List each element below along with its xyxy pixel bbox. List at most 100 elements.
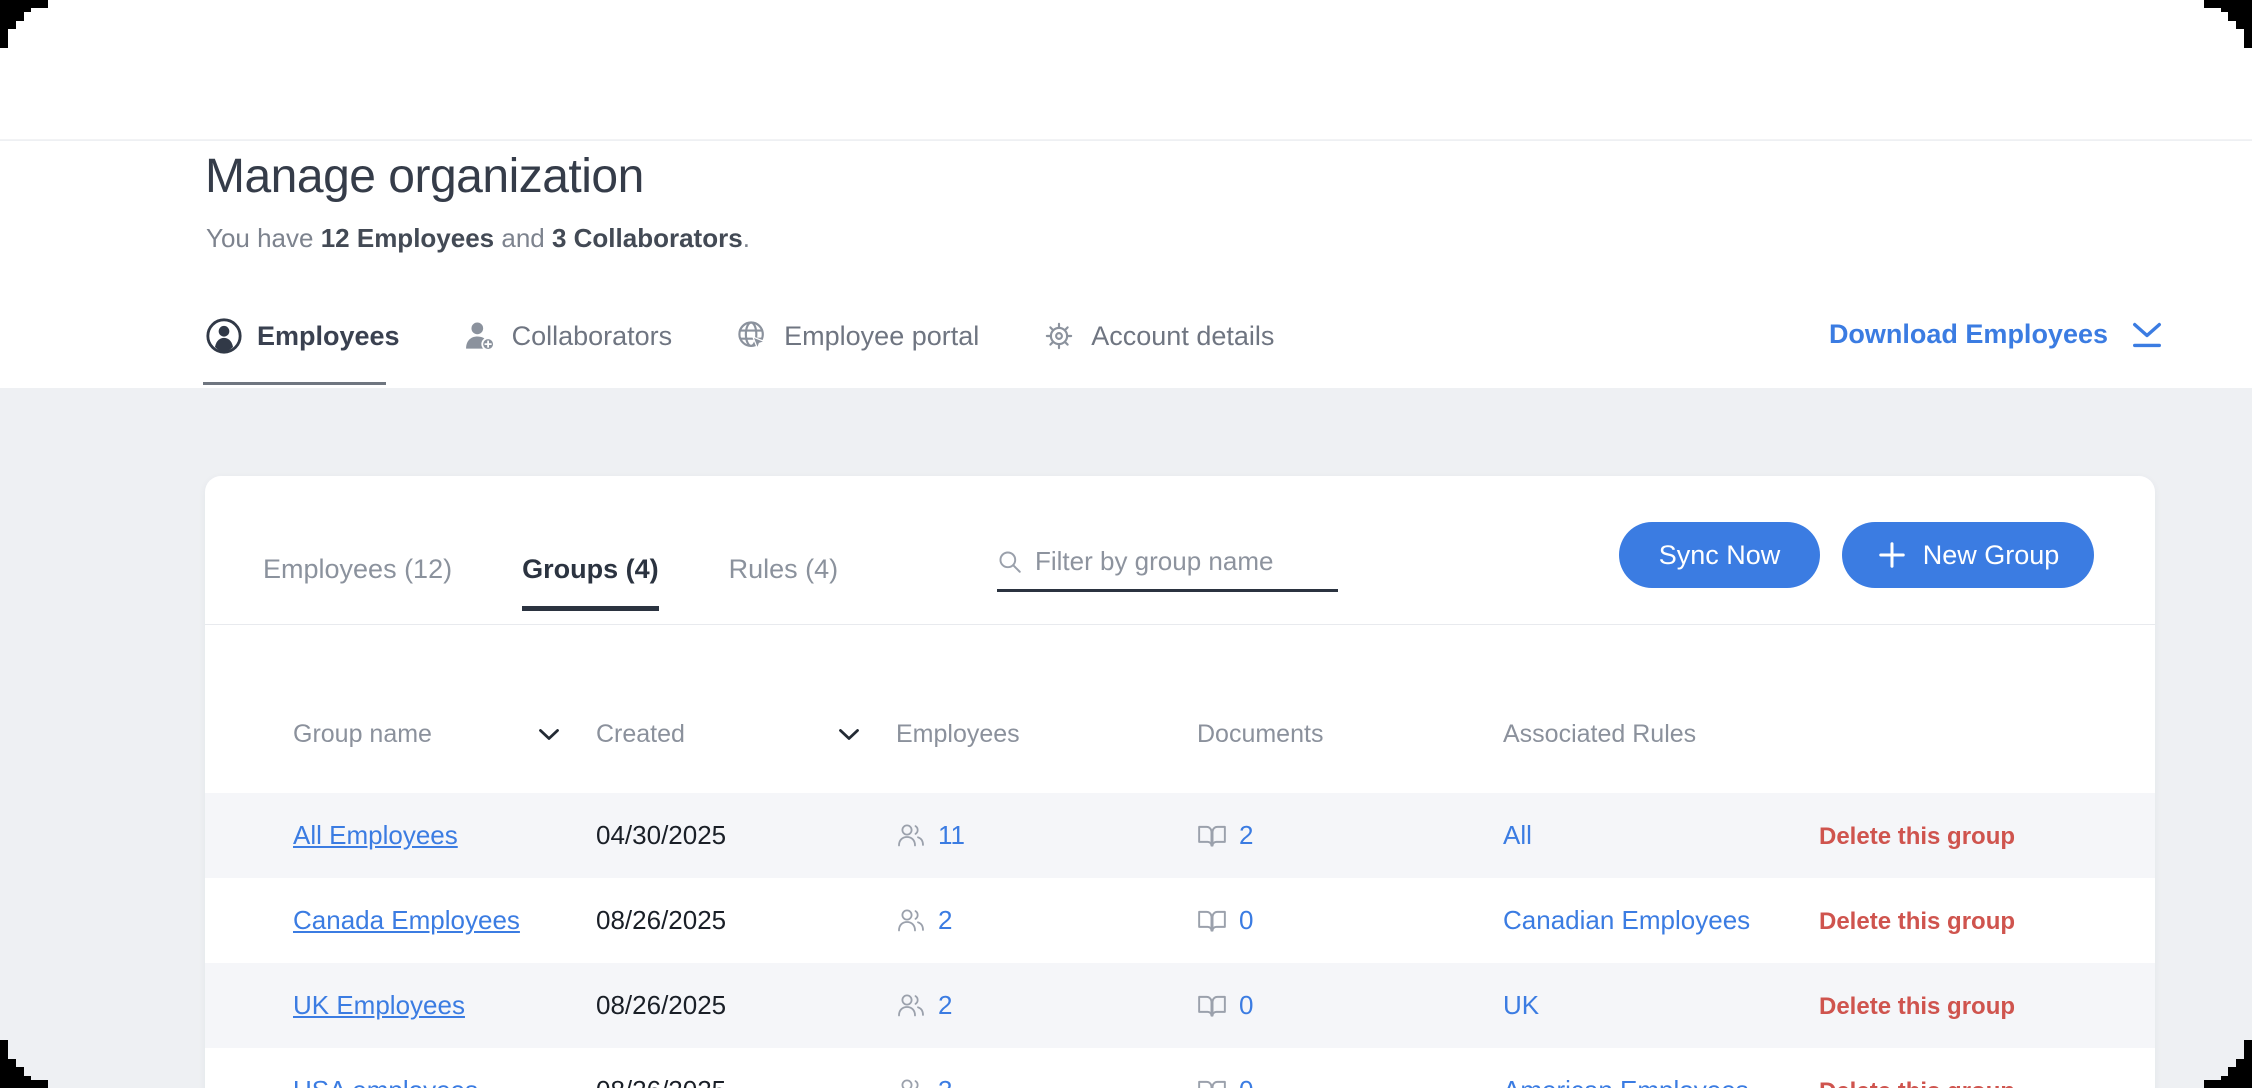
- header-label: Created: [596, 720, 685, 749]
- documents-count-link[interactable]: 0: [1239, 1075, 1253, 1088]
- documents-count-link[interactable]: 2: [1239, 820, 1253, 851]
- associated-rule-link[interactable]: UK: [1503, 990, 1539, 1020]
- header-employees: Employees: [896, 720, 1197, 749]
- created-date: 08/26/2025: [596, 905, 896, 936]
- header-associated-rules: Associated Rules: [1503, 720, 1819, 749]
- active-subtab-underline: [522, 606, 659, 611]
- table-row: Canada Employees 08/26/2025 2: [205, 878, 2155, 963]
- tab-account-details[interactable]: Account details: [1041, 318, 1274, 354]
- delete-group-button[interactable]: Delete this group: [1819, 908, 2015, 935]
- card-sub-tabs: Employees (12) Groups (4) Rules (4): [263, 554, 838, 611]
- employees-count-cell: 3: [896, 1075, 1197, 1088]
- filter-by-group-name-input[interactable]: [1035, 546, 1338, 577]
- associated-rule-link[interactable]: American Employees: [1503, 1075, 1749, 1088]
- subtab-groups[interactable]: Groups (4): [522, 554, 659, 611]
- page-header: Manage organization You have 12 Employee…: [0, 141, 2252, 388]
- header-documents: Documents: [1197, 720, 1503, 749]
- page-title: Manage organization: [205, 149, 644, 204]
- employees-count-link[interactable]: 2: [938, 905, 952, 936]
- manage-organization-page: Manage organization You have 12 Employee…: [0, 0, 2252, 1088]
- person-plus-icon: [462, 318, 498, 354]
- tab-label: Employees: [257, 321, 400, 352]
- new-group-button[interactable]: New Group: [1842, 522, 2094, 588]
- created-date: 08/26/2025: [596, 1075, 896, 1088]
- table-row: USA employees 08/26/2025 3: [205, 1048, 2155, 1088]
- created-date: 04/30/2025: [596, 820, 896, 851]
- table-row: UK Employees 08/26/2025 2: [205, 963, 2155, 1048]
- new-group-label: New Group: [1923, 540, 2060, 571]
- plus-icon: [1877, 540, 1907, 570]
- delete-group-button[interactable]: Delete this group: [1819, 823, 2015, 850]
- gear-icon: [1041, 318, 1077, 354]
- header-group-name: Group name: [293, 720, 596, 749]
- users-icon: [896, 1077, 926, 1088]
- top-bar: [0, 0, 2252, 140]
- main-nav-tabs: Employees Collaborators: [205, 317, 1274, 355]
- sort-chevron-down-icon[interactable]: [538, 728, 560, 741]
- download-employees-button[interactable]: Download Employees: [1829, 319, 2164, 350]
- download-icon: [2130, 320, 2164, 350]
- subtab-rules[interactable]: Rules (4): [729, 554, 839, 611]
- employees-count-link[interactable]: 11: [938, 820, 965, 851]
- employees-count-cell: 2: [896, 990, 1197, 1021]
- book-open-icon: [1197, 993, 1227, 1019]
- group-name-link[interactable]: UK Employees: [293, 990, 465, 1020]
- card-header: Employees (12) Groups (4) Rules (4): [205, 476, 2155, 625]
- globe-cursor-icon: [734, 318, 770, 354]
- sync-now-button[interactable]: Sync Now: [1619, 522, 1820, 588]
- users-icon: [896, 907, 926, 934]
- employees-count-cell: 2: [896, 905, 1197, 936]
- created-date: 08/26/2025: [596, 990, 896, 1021]
- person-circle-icon: [205, 317, 243, 355]
- search-icon: [997, 549, 1023, 575]
- subtitle-text: and: [494, 223, 552, 253]
- group-name-link[interactable]: USA employees: [293, 1075, 478, 1088]
- documents-count-cell: 2: [1197, 820, 1503, 851]
- employees-count: 12 Employees: [321, 223, 494, 253]
- tab-collaborators[interactable]: Collaborators: [462, 318, 673, 354]
- corner-mark-bottom-right: [2204, 1040, 2252, 1088]
- employees-count-link[interactable]: 3: [938, 1075, 952, 1088]
- table-row: All Employees 04/30/2025 11: [205, 793, 2155, 878]
- documents-count-cell: 0: [1197, 990, 1503, 1021]
- users-icon: [896, 992, 926, 1019]
- users-icon: [896, 822, 926, 849]
- book-open-icon: [1197, 908, 1227, 934]
- book-open-icon: [1197, 1078, 1227, 1088]
- corner-mark-bottom-left: [0, 1040, 48, 1088]
- documents-count-link[interactable]: 0: [1239, 905, 1253, 936]
- delete-group-button[interactable]: Delete this group: [1819, 1078, 2015, 1088]
- groups-card: Employees (12) Groups (4) Rules (4): [205, 476, 2155, 1088]
- group-name-link[interactable]: All Employees: [293, 820, 458, 850]
- subtab-label: Groups (4): [522, 554, 659, 584]
- employees-count-link[interactable]: 2: [938, 990, 952, 1021]
- download-link-label: Download Employees: [1829, 319, 2108, 350]
- subtab-label: Rules (4): [729, 554, 839, 584]
- book-open-icon: [1197, 823, 1227, 849]
- sync-now-label: Sync Now: [1659, 540, 1781, 571]
- tab-employee-portal[interactable]: Employee portal: [734, 318, 979, 354]
- subtab-employees[interactable]: Employees (12): [263, 554, 452, 611]
- header-label: Group name: [293, 720, 432, 749]
- header-label: Documents: [1197, 720, 1323, 749]
- group-filter: [997, 546, 1338, 592]
- tab-label: Employee portal: [784, 321, 979, 352]
- header-created: Created: [596, 720, 896, 749]
- sort-chevron-down-icon[interactable]: [838, 728, 860, 741]
- active-tab-underline: [203, 382, 386, 385]
- header-label: Employees: [896, 720, 1020, 749]
- documents-count-link[interactable]: 0: [1239, 990, 1253, 1021]
- page-subtitle: You have 12 Employees and 3 Collaborator…: [206, 223, 750, 254]
- tab-label: Account details: [1091, 321, 1274, 352]
- subtab-label: Employees (12): [263, 554, 452, 584]
- group-name-link[interactable]: Canada Employees: [293, 905, 520, 935]
- associated-rule-link[interactable]: Canadian Employees: [1503, 905, 1750, 935]
- associated-rule-link[interactable]: All: [1503, 820, 1532, 850]
- table-header-row: Group name Created Employees Documents A…: [205, 625, 2155, 793]
- documents-count-cell: 0: [1197, 1075, 1503, 1088]
- tab-employees[interactable]: Employees: [205, 317, 400, 355]
- documents-count-cell: 0: [1197, 905, 1503, 936]
- delete-group-button[interactable]: Delete this group: [1819, 993, 2015, 1020]
- header-label: Associated Rules: [1503, 720, 1696, 749]
- collaborators-count: 3 Collaborators: [552, 223, 743, 253]
